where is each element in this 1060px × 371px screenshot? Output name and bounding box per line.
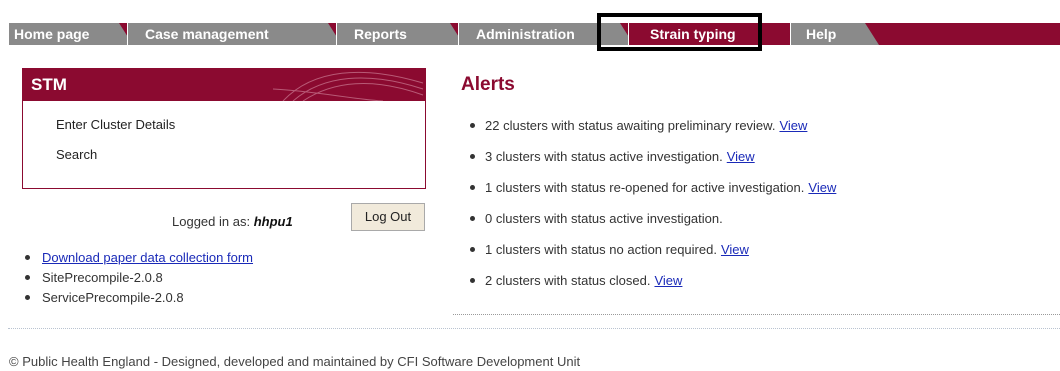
tab-help[interactable]: Help (790, 23, 879, 45)
alerts-title: Alerts (461, 74, 515, 95)
nav-tabs: Home page Case management Reports Admini… (8, 23, 873, 45)
alert-item: 0 clusters with status active investigat… (466, 208, 836, 239)
logged-in-status: Logged in as: hhpu1 (172, 214, 293, 229)
tab-strain-typing[interactable]: Strain typing (628, 23, 796, 45)
list-item: Download paper data collection form (20, 248, 253, 268)
alert-text: 0 clusters with status active investigat… (485, 211, 723, 226)
stm-header: STM (23, 69, 425, 101)
footer-text: © Public Health England - Designed, deve… (9, 354, 581, 369)
alert-text: 3 clusters with status active investigat… (485, 149, 723, 164)
stm-panel: STM Enter Cluster Details Search (22, 68, 426, 189)
logged-in-label: Logged in as: (172, 214, 251, 229)
alert-item: 22 clusters with status awaiting prelimi… (466, 115, 836, 146)
alerts-divider (453, 314, 1060, 315)
tab-case-management[interactable]: Case management (127, 23, 342, 45)
alert-item: 1 clusters with status re-opened for act… (466, 177, 836, 208)
alert-item: 2 clusters with status closed. View (466, 270, 836, 301)
decorative-swirl-icon (273, 71, 424, 101)
alert-view-link[interactable]: View (779, 118, 807, 133)
username: hhpu1 (253, 214, 293, 229)
alert-text: 22 clusters with status awaiting prelimi… (485, 118, 776, 133)
left-links-list: Download paper data collection form Site… (20, 248, 253, 308)
tab-reports[interactable]: Reports (336, 23, 464, 45)
tab-home-page[interactable]: Home page (8, 23, 133, 45)
alert-view-link[interactable]: View (654, 273, 682, 288)
alert-item: 1 clusters with status no action require… (466, 239, 836, 270)
logout-button[interactable]: Log Out (351, 203, 425, 231)
alert-item: 3 clusters with status active investigat… (466, 146, 836, 177)
list-item: ServicePrecompile-2.0.8 (20, 288, 253, 308)
list-item: SitePrecompile-2.0.8 (20, 268, 253, 288)
search-link[interactable]: Search (56, 147, 425, 162)
site-version-label: SitePrecompile-2.0.8 (42, 270, 163, 285)
alert-view-link[interactable]: View (727, 149, 755, 164)
download-form-link[interactable]: Download paper data collection form (42, 250, 253, 265)
alert-view-link[interactable]: View (721, 242, 749, 257)
alert-text: 1 clusters with status no action require… (485, 242, 717, 257)
alert-text: 2 clusters with status closed. (485, 273, 651, 288)
footer-divider (8, 328, 1060, 329)
stm-title: STM (31, 75, 67, 94)
alerts-list: 22 clusters with status awaiting prelimi… (466, 115, 836, 301)
alert-text: 1 clusters with status re-opened for act… (485, 180, 805, 195)
tab-administration[interactable]: Administration (458, 23, 634, 45)
alert-view-link[interactable]: View (808, 180, 836, 195)
service-version-label: ServicePrecompile-2.0.8 (42, 290, 184, 305)
enter-cluster-details-link[interactable]: Enter Cluster Details (56, 117, 425, 132)
